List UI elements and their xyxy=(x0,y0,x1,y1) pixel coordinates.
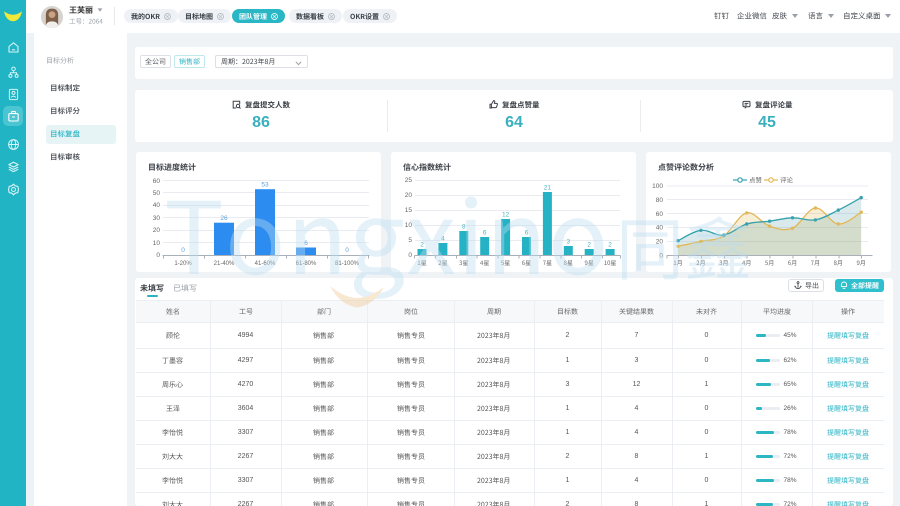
svg-text:20: 20 xyxy=(656,239,664,246)
svg-text:20: 20 xyxy=(405,192,413,199)
svg-text:21: 21 xyxy=(544,185,552,192)
svg-text:20: 20 xyxy=(153,227,161,234)
svg-text:6: 6 xyxy=(525,230,529,237)
svg-text:100: 100 xyxy=(652,183,663,190)
svg-text:8: 8 xyxy=(462,224,466,231)
svg-text:26: 26 xyxy=(220,215,228,222)
svg-text:0: 0 xyxy=(345,247,349,254)
svg-text:53: 53 xyxy=(261,182,269,189)
svg-text:61-80%: 61-80% xyxy=(296,261,317,267)
svg-text:0: 0 xyxy=(181,247,185,254)
svg-text:0: 0 xyxy=(659,253,663,260)
svg-text:60: 60 xyxy=(656,211,664,218)
svg-text:6: 6 xyxy=(483,230,487,237)
svg-text:30: 30 xyxy=(153,215,161,222)
svg-text:15: 15 xyxy=(405,207,413,214)
svg-text:2: 2 xyxy=(608,242,612,249)
svg-text:21-40%: 21-40% xyxy=(214,261,235,267)
svg-text:12: 12 xyxy=(502,212,510,219)
svg-text:0: 0 xyxy=(408,252,412,259)
svg-text:4: 4 xyxy=(441,236,445,243)
svg-text:40: 40 xyxy=(656,225,664,232)
svg-text:10: 10 xyxy=(153,240,161,247)
svg-text:3: 3 xyxy=(566,239,570,246)
svg-text:10: 10 xyxy=(405,222,413,229)
svg-text:80: 80 xyxy=(656,197,664,204)
svg-text:1-20%: 1-20% xyxy=(174,261,192,267)
svg-text:60: 60 xyxy=(153,178,161,185)
svg-text:50: 50 xyxy=(153,190,161,197)
svg-text:2: 2 xyxy=(587,242,591,249)
svg-text:5: 5 xyxy=(408,237,412,244)
svg-text:41-60%: 41-60% xyxy=(255,261,276,267)
svg-text:25: 25 xyxy=(405,177,413,184)
svg-text:81-100%: 81-100% xyxy=(335,261,360,267)
svg-text:0: 0 xyxy=(156,252,160,259)
svg-text:2: 2 xyxy=(420,242,424,249)
svg-text:6: 6 xyxy=(304,240,308,247)
svg-text:40: 40 xyxy=(153,202,161,209)
